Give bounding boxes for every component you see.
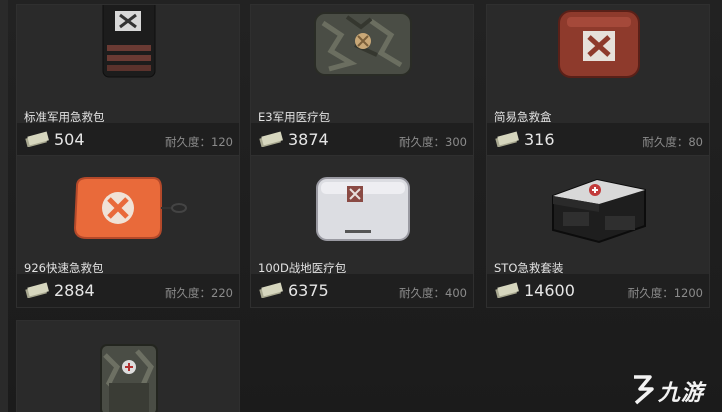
item-durability: 耐久度：120 [165,135,233,149]
item-image [251,5,473,100]
item-info-bar: 2884 耐久度：220 [17,274,239,307]
watermark-logo: 九游 [628,371,718,406]
item-durability: 耐久度：400 [399,286,467,300]
item-price: 6375 [288,281,329,300]
cash-icon [25,282,49,298]
item-card-e3-military-medkit[interactable]: E3军用医疗包 3874 耐久度：300 [250,4,474,157]
item-image [251,156,473,251]
item-info-bar: 3874 耐久度：300 [251,123,473,156]
item-price: 504 [54,130,85,149]
item-info-bar: 316 耐久度：80 [487,123,709,156]
item-image [17,5,239,100]
item-price: 3874 [288,130,329,149]
item-durability: 耐久度：80 [642,135,703,149]
cash-icon [495,282,519,298]
cash-icon [259,131,283,147]
item-price: 14600 [524,281,575,300]
cash-icon [25,131,49,147]
item-info-bar: 6375 耐久度：400 [251,274,473,307]
item-card-standard-military-kit[interactable]: 标准军用急救包 504 耐久度：120 [16,4,240,157]
item-image [17,156,239,251]
item-image [17,321,239,412]
item-card-simple-first-aid-box[interactable]: 简易急救盒 316 耐久度：80 [486,4,710,157]
item-info-bar: 504 耐久度：120 [17,123,239,156]
cash-icon [259,282,283,298]
item-durability: 耐久度：1200 [627,286,703,300]
item-card-partial[interactable] [16,320,240,412]
item-price: 2884 [54,281,95,300]
item-card-100d-field-medkit[interactable]: 100D战地医疗包 6375 耐久度：400 [250,155,474,308]
item-card-sto-first-aid-set[interactable]: STO急救套装 14600 耐久度：1200 [486,155,710,308]
item-durability: 耐久度：300 [399,135,467,149]
cash-icon [495,131,519,147]
item-price: 316 [524,130,555,149]
item-card-926-quick-kit[interactable]: 926快速急救包 2884 耐久度：220 [16,155,240,308]
9you-logo-icon [634,375,654,405]
item-durability: 耐久度：220 [165,286,233,300]
item-image [487,156,709,251]
watermark-text: 九游 [658,381,705,406]
left-edge [0,0,8,412]
item-info-bar: 14600 耐久度：1200 [487,274,709,307]
item-image [487,5,709,100]
